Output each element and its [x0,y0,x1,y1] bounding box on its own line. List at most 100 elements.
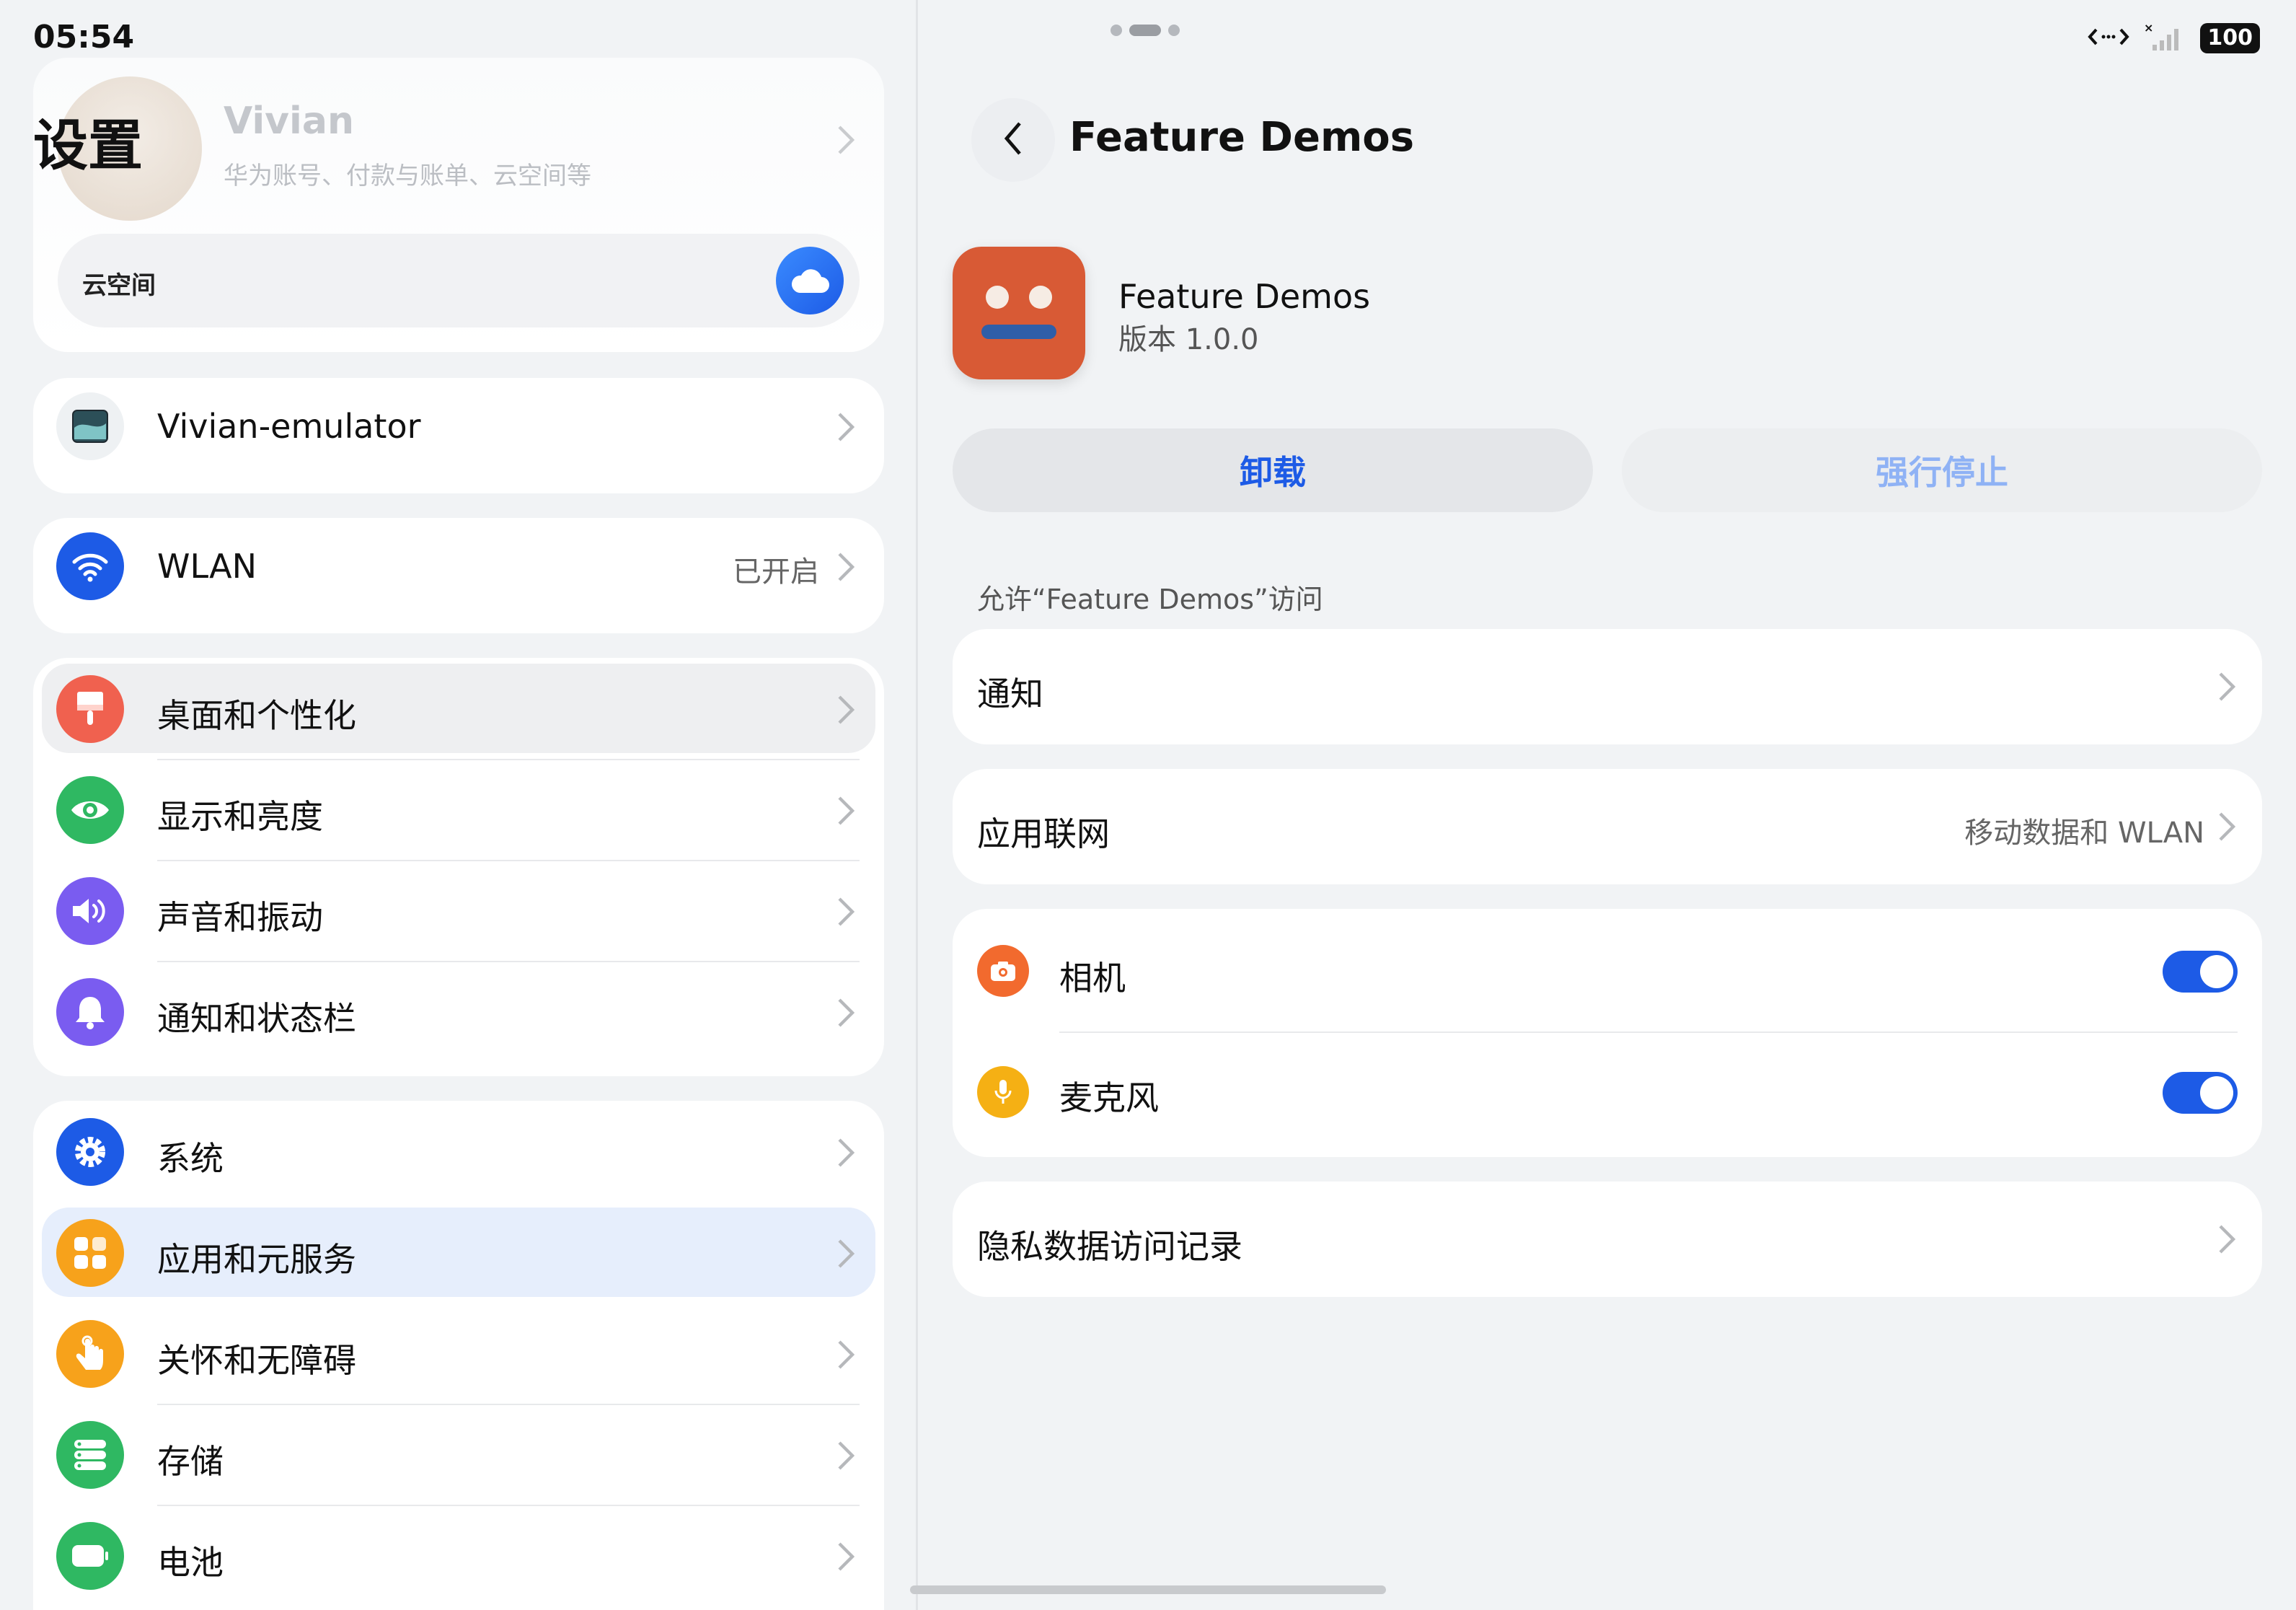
chevron-right-icon [836,694,857,729]
chevron-right-icon [2217,811,2238,845]
permission-label: 相机 [1059,959,1126,998]
notification-label: 通知 [977,674,1043,713]
divider [157,961,860,962]
hand-icon [56,1320,124,1388]
network-value: 移动数据和 WLAN [1964,817,2204,850]
privacy-record-row[interactable]: 隐私数据访问记录 [953,1182,2262,1297]
device-row[interactable]: Vivian-emulator [33,359,884,460]
battery-icon [56,1522,124,1590]
settings-item-label: 应用和元服务 [157,1240,356,1279]
chevron-right-icon [836,1440,857,1474]
settings-item-sound[interactable]: 声音和振动 [33,860,884,961]
settings-item-storage[interactable]: 存储 [33,1404,884,1505]
battery-level: 100 [2200,23,2260,53]
device-card[interactable]: Vivian-emulator [33,378,884,493]
divider [157,1505,860,1506]
settings-item-battery[interactable]: 电池 [33,1505,884,1606]
chevron-right-icon [836,1339,857,1373]
microphone-permission-row: 麦克风 [953,1033,2262,1157]
camera-permission-row: 相机 [953,909,2262,1033]
divider [157,860,860,861]
settings-item-label: 显示和亮度 [157,797,323,836]
privacy-label: 隐私数据访问记录 [977,1227,1242,1266]
chevron-right-icon [836,1137,857,1171]
paintbrush-icon [56,675,124,743]
chevron-right-icon [836,795,857,830]
microphone-icon [977,1066,1029,1118]
gear-icon [56,1118,124,1186]
bell-icon [56,978,124,1046]
page-title: Feature Demos [1069,114,1415,161]
settings-item-notifications[interactable]: 通知和状态栏 [33,961,884,1062]
chevron-right-icon [836,1541,857,1575]
settings-item-apps[interactable]: 应用和元服务 [33,1202,884,1303]
account-card[interactable]: Vivian 华为账号、付款与账单、云空间等 云空间 [33,58,884,352]
force-stop-button[interactable]: 强行停止 [1622,428,2262,512]
settings-item-label: 系统 [157,1139,224,1178]
svg-text:×: × [2144,22,2153,35]
divider [157,759,860,760]
back-button[interactable] [971,98,1055,182]
cloud-icon [776,247,844,314]
chevron-left-icon [1002,120,1024,159]
account-name: Vivian [224,100,354,143]
cloud-space-row[interactable]: 云空间 [58,234,860,327]
home-indicator[interactable] [910,1585,1386,1594]
chevron-right-icon [836,1238,857,1272]
settings-item-display[interactable]: 显示和亮度 [33,759,884,860]
eye-icon [56,776,124,844]
cloud-space-label: 云空间 [82,271,156,300]
app-version: 版本 1.0.0 [1118,323,1259,356]
camera-toggle[interactable] [2163,951,2238,993]
app-detail-pane: × 100 Feature Demos Feature Demos 版本 1.0… [918,0,2296,1610]
data-transfer-icon [2088,24,2130,53]
settings-item-desktop[interactable]: 桌面和个性化 [33,658,884,759]
storage-icon [56,1421,124,1489]
permission-label: 麦克风 [1059,1078,1159,1117]
app-name: Feature Demos [1118,277,1371,316]
apps-grid-icon [56,1219,124,1287]
settings-pane: 05:54 Vivian 华为账号、付款与账单、云空间等 云空间 设置 Vivi… [0,0,916,1610]
page-title: 设置 [33,113,143,177]
chevron-right-icon [836,124,857,159]
tablet-icon [56,392,124,460]
chevron-right-icon [836,551,857,586]
settings-group-personalization: 桌面和个性化 显示和亮度 声音和振动 通知和状态栏 [33,658,884,1076]
speaker-icon [56,877,124,945]
settings-item-label: 关怀和无障碍 [157,1341,356,1380]
chevron-right-icon [836,896,857,931]
settings-item-label: 通知和状态栏 [157,999,356,1038]
notification-setting-row[interactable]: 通知 [953,629,2262,744]
settings-group-system: 系统 应用和元服务 关怀和无障碍 存储 电池 [33,1101,884,1610]
permissions-caption: 允许“Feature Demos”访问 [977,584,1323,615]
wifi-icon [56,532,124,600]
wlan-card[interactable]: WLAN 已开启 [33,518,884,633]
account-subtitle: 华为账号、付款与账单、云空间等 [224,162,591,190]
multiwindow-handle[interactable] [1111,25,1180,36]
app-icon [953,247,1085,379]
permissions-card: 相机 麦克风 [953,909,2262,1157]
settings-item-system[interactable]: 系统 [33,1101,884,1202]
settings-item-label: 存储 [157,1442,224,1481]
wlan-row[interactable]: WLAN 已开启 [33,499,884,600]
wlan-status: 已开启 [733,555,819,589]
settings-item-label: 声音和振动 [157,898,323,937]
chevron-right-icon [836,411,857,446]
uninstall-button[interactable]: 卸载 [953,428,1593,512]
signal-icon: × [2144,21,2186,55]
status-time: 05:54 [33,19,135,56]
camera-icon [977,945,1029,997]
microphone-toggle[interactable] [2163,1072,2238,1114]
chevron-right-icon [2217,1223,2238,1258]
device-label: Vivian-emulator [157,407,421,446]
settings-item-label: 电池 [157,1543,224,1582]
settings-item-label: 桌面和个性化 [157,696,356,735]
divider [157,1404,860,1405]
chevron-right-icon [836,997,857,1031]
network-label: 应用联网 [977,814,1110,853]
settings-item-accessibility[interactable]: 关怀和无障碍 [33,1303,884,1404]
wlan-label: WLAN [157,547,257,586]
chevron-right-icon [2217,671,2238,705]
network-setting-row[interactable]: 应用联网 移动数据和 WLAN [953,769,2262,884]
status-icons: × 100 [2088,21,2260,55]
